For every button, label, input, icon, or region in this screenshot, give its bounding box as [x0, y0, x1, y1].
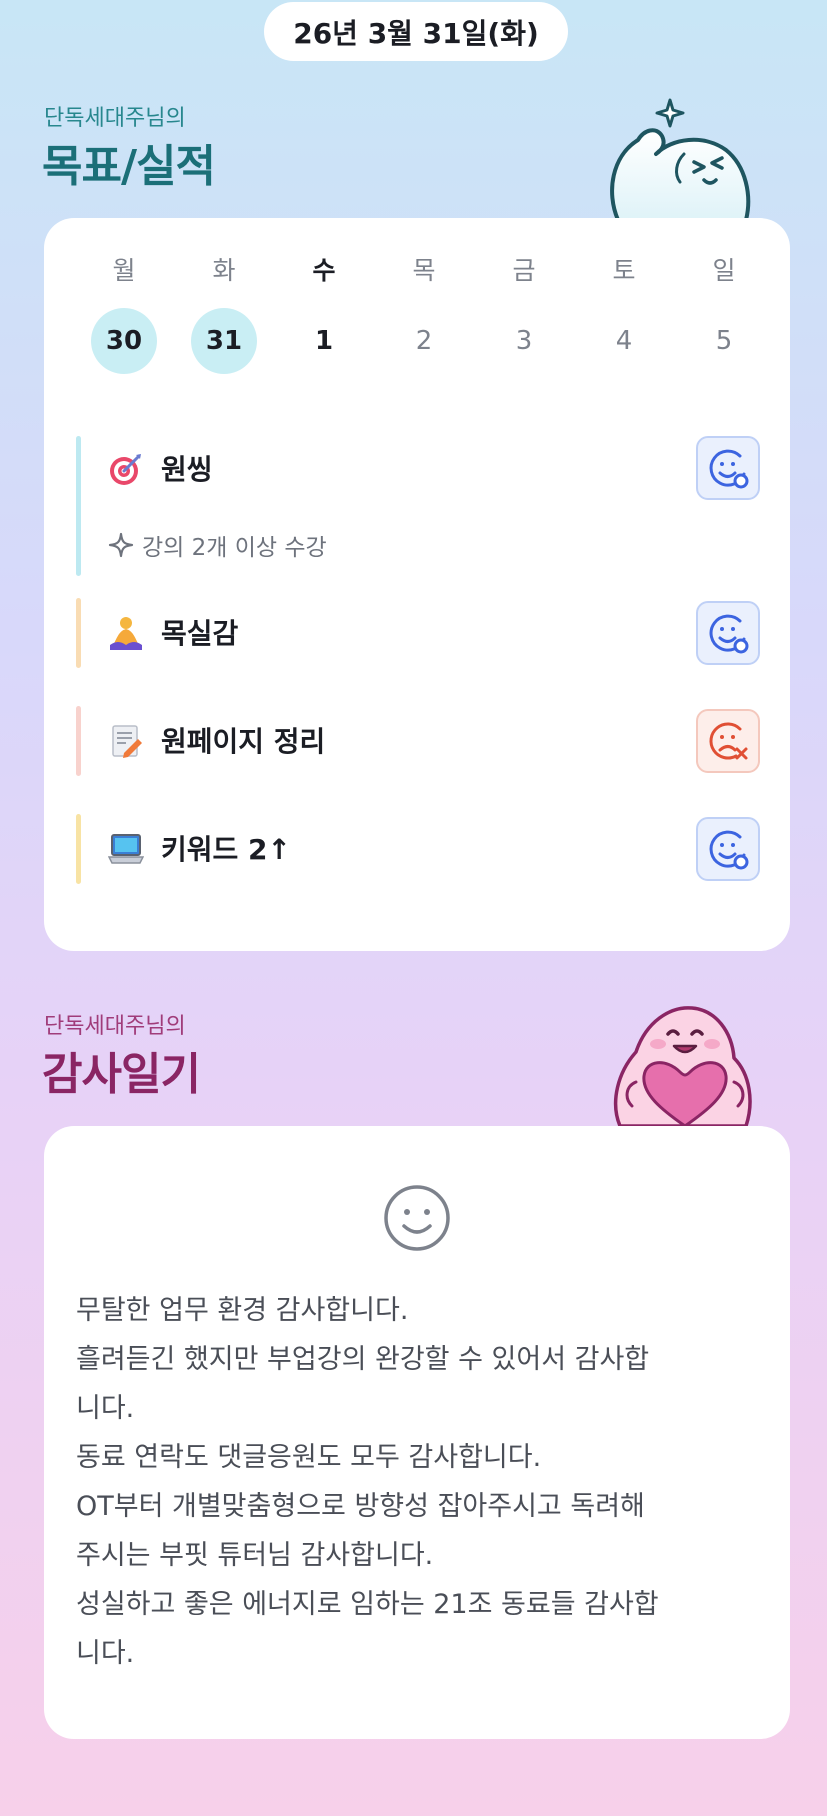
calendar-day[interactable]: 4	[574, 308, 674, 374]
calendar-day[interactable]: 30	[74, 308, 174, 374]
sad-face-x-icon	[709, 722, 748, 760]
calendar-day-number: 5	[715, 326, 733, 356]
weekday-label: 일	[712, 256, 736, 285]
smile-face-icon	[384, 1185, 450, 1251]
calendar-day-number: 4	[615, 326, 633, 356]
goal-status-achieved[interactable]	[696, 436, 760, 500]
calendar-day[interactable]: 2	[374, 308, 474, 374]
heart-mascot-icon	[613, 1006, 752, 1126]
weekday-label: 토	[612, 256, 636, 285]
goal-color-bar	[76, 436, 81, 576]
diary-line: 주시는 부핏 튜터님 감사합니다.	[76, 1540, 434, 1571]
weekday-label: 금	[512, 256, 536, 285]
goal-label: 원페이지 정리	[161, 725, 326, 758]
calendar-day[interactable]: 3	[474, 308, 574, 374]
weekday-label: 수	[312, 256, 336, 285]
happy-face-check-icon	[709, 449, 749, 489]
calendar-day-number: 1	[314, 326, 334, 356]
calendar-day[interactable]: 31	[174, 308, 274, 374]
goal-label: 원씽	[161, 453, 213, 486]
diary-line: 흘려듣긴 했지만 부업강의 완강할 수 있어서 감사합	[76, 1344, 650, 1375]
goal-status-missed[interactable]	[696, 709, 760, 773]
goal-label: 목실감	[161, 617, 239, 650]
goal-label: 키워드 2↑	[161, 833, 291, 866]
goal-item-one-page[interactable]: 원페이지 정리	[76, 706, 760, 776]
meditation-icon	[110, 617, 142, 650]
diary-line: 성실하고 좋은 에너지로 임하는 21조 동료들 감사합	[76, 1589, 659, 1620]
diary-text: 무탈한 업무 환경 감사합니다. 흘려듣긴 했지만 부업강의 완강할 수 있어서…	[76, 1286, 766, 1678]
weekday-label: 화	[212, 256, 236, 285]
weekday-label: 목	[412, 256, 436, 285]
diary-line: 무탈한 업무 환경 감사합니다.	[76, 1295, 409, 1326]
calendar-day[interactable]: 5	[674, 308, 774, 374]
happy-face-check-icon	[709, 830, 749, 870]
calendar-day-number: 31	[191, 308, 257, 374]
sparkle-icon	[108, 532, 134, 558]
calendar-day[interactable]: 1	[274, 308, 374, 374]
diary-line: 니다.	[76, 1393, 135, 1424]
happy-face-check-icon	[709, 614, 749, 654]
diary-section-title: 감사일기	[42, 1049, 201, 1100]
goal-item-one-thing[interactable]: 원씽 강의 2개 이상 수강	[76, 436, 760, 576]
diary-line: 동료 연락도 댓글응원도 모두 감사합니다.	[76, 1442, 542, 1473]
goals-card: 월 30 화 31 수 1 목 2 금 3 토 4 일 5 원씽 강의 2개 이상	[44, 218, 790, 951]
target-icon	[110, 454, 141, 485]
calendar-day-number: 2	[415, 326, 433, 356]
diary-line: OT부터 개별맞춤형으로 방향성 잡아주시고 독려해	[76, 1491, 645, 1522]
calendar-day-number: 30	[91, 308, 157, 374]
goal-color-bar	[76, 706, 81, 776]
weekday-label: 월	[112, 256, 136, 285]
gratitude-diary-card: 무탈한 업무 환경 감사합니다. 흘려듣긴 했지만 부업강의 완강할 수 있어서…	[44, 1126, 790, 1739]
goal-color-bar	[76, 814, 81, 884]
goal-detail-text: 강의 2개 이상 수강	[142, 535, 327, 561]
ghost-mascot-icon	[610, 98, 751, 220]
diary-owner-label: 단독세대주님의	[44, 1014, 186, 1039]
goal-item-mok-sil-gam[interactable]: 목실감	[76, 598, 760, 668]
week-calendar: 월 30 화 31 수 1 목 2 금 3 토 4 일 5	[74, 256, 774, 374]
goal-detail: 강의 2개 이상 수강	[108, 528, 327, 562]
date-header[interactable]: 26년 3월 31일(화)	[264, 2, 568, 61]
goal-item-keyword[interactable]: 키워드 2↑	[76, 814, 760, 884]
goal-status-achieved[interactable]	[696, 601, 760, 665]
calendar-day-number: 3	[515, 326, 533, 356]
diary-line: 니다.	[76, 1638, 135, 1669]
goals-owner-label: 단독세대주님의	[44, 106, 186, 131]
goal-status-achieved[interactable]	[696, 817, 760, 881]
memo-icon	[112, 725, 142, 758]
goal-color-bar	[76, 598, 81, 668]
laptop-icon	[108, 834, 144, 864]
goals-section-title: 목표/실적	[42, 141, 216, 192]
